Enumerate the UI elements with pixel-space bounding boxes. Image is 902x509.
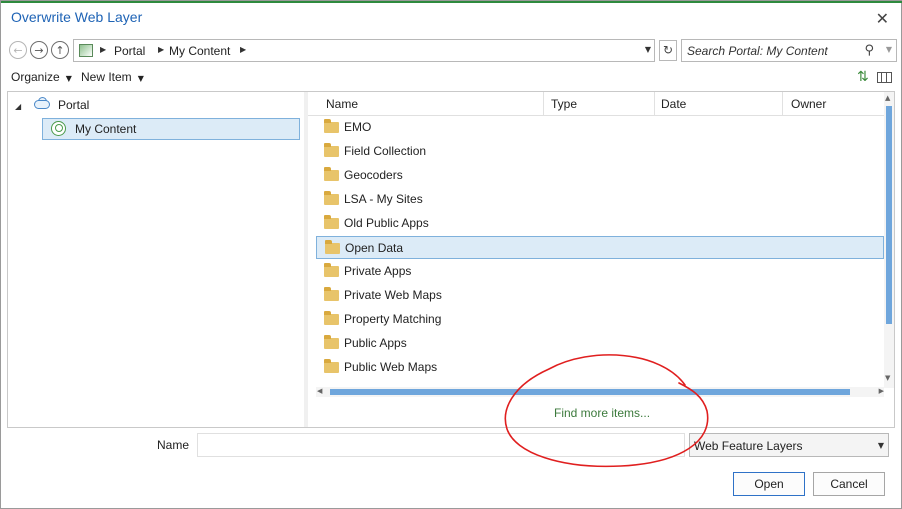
list-item-label: Public Web Maps	[344, 360, 438, 374]
folder-icon	[324, 167, 339, 181]
list-item[interactable]: Public Web Maps	[316, 356, 884, 379]
scroll-up-icon[interactable]: ▲	[885, 94, 890, 102]
tree-item-my-content[interactable]: My Content	[42, 118, 300, 140]
list-item-selected[interactable]: Open Data	[316, 236, 884, 259]
cloud-icon	[34, 97, 52, 110]
column-divider[interactable]	[654, 92, 655, 115]
find-more-items-link[interactable]: Find more items...	[554, 406, 650, 420]
forward-arrow-icon[interactable]: →	[30, 41, 48, 59]
column-type[interactable]: Type	[551, 97, 577, 111]
name-label: Name	[157, 438, 190, 452]
list-item-label: Property Matching	[344, 312, 442, 326]
folder-icon	[324, 335, 339, 349]
back-arrow-icon[interactable]: ←	[9, 41, 27, 59]
list-item[interactable]: EMO	[316, 116, 884, 139]
folder-icon	[324, 215, 339, 229]
folder-icon	[324, 359, 339, 373]
item-rows: EMO Field Collection Geocoders LSA - My …	[308, 116, 884, 386]
browser-panels: ◢ Portal My Content Name Type Date Owner…	[7, 91, 895, 428]
list-item-label: EMO	[344, 120, 372, 134]
list-item[interactable]: Field Collection	[316, 140, 884, 163]
chevron-down-icon: ▼	[877, 441, 884, 450]
filetype-value: Web Feature Layers	[694, 439, 803, 453]
view-options-icon[interactable]	[877, 72, 892, 83]
location-icon	[79, 44, 93, 57]
organize-menu[interactable]: Organize ▼	[11, 70, 72, 84]
tree-item-label: My Content	[75, 122, 137, 136]
content-list: Name Type Date Owner EMO Field Collectio…	[308, 92, 894, 427]
search-dropdown-icon[interactable]: ▼	[886, 45, 892, 54]
list-item-label: Private Web Maps	[344, 288, 442, 302]
scroll-thumb[interactable]	[886, 106, 892, 324]
address-bar[interactable]: ▶ Portal ▶ My Content ▶ ▼	[73, 39, 655, 62]
tree-item-portal[interactable]: Portal	[58, 98, 89, 112]
list-item-label: LSA - My Sites	[344, 192, 423, 206]
address-dropdown-icon[interactable]: ▼	[645, 45, 651, 54]
scroll-left-icon[interactable]: ◀	[317, 387, 322, 395]
breadcrumb-chevron-icon[interactable]: ▶	[158, 45, 164, 54]
search-input[interactable]: Search Portal: My Content ⚲ ▼	[681, 39, 897, 62]
chevron-down-icon: ▼	[137, 74, 144, 83]
open-button[interactable]: Open	[733, 472, 805, 496]
filetype-select[interactable]: Web Feature Layers ▼	[689, 433, 889, 457]
folder-icon	[324, 287, 339, 301]
cancel-button[interactable]: Cancel	[813, 472, 885, 496]
dialog-title: Overwrite Web Layer	[11, 9, 143, 25]
column-divider[interactable]	[543, 92, 544, 115]
column-name[interactable]: Name	[326, 97, 358, 111]
column-owner[interactable]: Owner	[791, 97, 826, 111]
breadcrumb-chevron-icon[interactable]: ▶	[100, 45, 106, 54]
list-item[interactable]: Old Public Apps	[316, 212, 884, 235]
list-item-label: Field Collection	[344, 144, 427, 158]
list-item[interactable]: LSA - My Sites	[316, 188, 884, 211]
my-content-icon	[51, 121, 66, 136]
name-field[interactable]	[197, 433, 685, 457]
folder-icon	[324, 191, 339, 205]
new-item-menu[interactable]: New Item ▼	[81, 70, 144, 84]
up-arrow-icon[interactable]: ↑	[51, 41, 69, 59]
sort-icon[interactable]: ⇅	[857, 69, 869, 85]
scroll-thumb[interactable]	[330, 389, 850, 395]
dialog-window: Overwrite Web Layer ✕ ← → ↑ ▶ Portal ▶ M…	[0, 0, 902, 509]
column-header: Name Type Date Owner	[308, 92, 884, 116]
vertical-scrollbar[interactable]: ▲ ▼	[884, 92, 894, 388]
folder-icon	[325, 240, 340, 254]
list-item-label: Public Apps	[344, 336, 407, 350]
search-placeholder: Search Portal: My Content	[687, 44, 828, 58]
title-bar: Overwrite Web Layer ✕	[1, 3, 901, 33]
folder-icon	[324, 311, 339, 325]
list-item[interactable]: Public Apps	[316, 332, 884, 355]
close-icon[interactable]: ✕	[876, 9, 889, 28]
breadcrumb-my-content[interactable]: My Content	[169, 44, 230, 58]
list-item[interactable]: Private Apps	[316, 260, 884, 283]
toolbar: Organize ▼ New Item ▼ ⇅	[11, 69, 892, 87]
folder-icon	[324, 263, 339, 277]
list-item-label: Geocoders	[344, 168, 403, 182]
list-item[interactable]: Property Matching	[316, 308, 884, 331]
new-item-label: New Item	[81, 70, 132, 84]
breadcrumb-chevron-icon[interactable]: ▶	[240, 45, 246, 54]
list-item-label: Old Public Apps	[344, 216, 429, 230]
search-icon[interactable]: ⚲	[864, 43, 874, 58]
list-item-label: Private Apps	[344, 264, 412, 278]
refresh-icon[interactable]: ↻	[659, 40, 677, 61]
list-item[interactable]: Geocoders	[316, 164, 884, 187]
folder-icon	[324, 143, 339, 157]
scroll-right-icon[interactable]: ▶	[879, 387, 884, 395]
scroll-down-icon[interactable]: ▼	[885, 374, 890, 382]
folder-icon	[324, 119, 339, 133]
navigation-row: ← → ↑ ▶ Portal ▶ My Content ▶ ▼ ↻ Search…	[9, 39, 899, 63]
list-item[interactable]: Private Web Maps	[316, 284, 884, 307]
breadcrumb-portal[interactable]: Portal	[114, 44, 145, 58]
tree-expand-icon[interactable]: ◢	[15, 102, 21, 111]
chevron-down-icon: ▼	[65, 74, 72, 83]
column-date[interactable]: Date	[661, 97, 686, 111]
navigation-tree: ◢ Portal My Content	[8, 92, 304, 427]
list-item-label: Open Data	[345, 241, 404, 255]
horizontal-scrollbar[interactable]: ◀ ▶	[316, 387, 884, 397]
column-divider[interactable]	[782, 92, 783, 115]
organize-label: Organize	[11, 70, 60, 84]
